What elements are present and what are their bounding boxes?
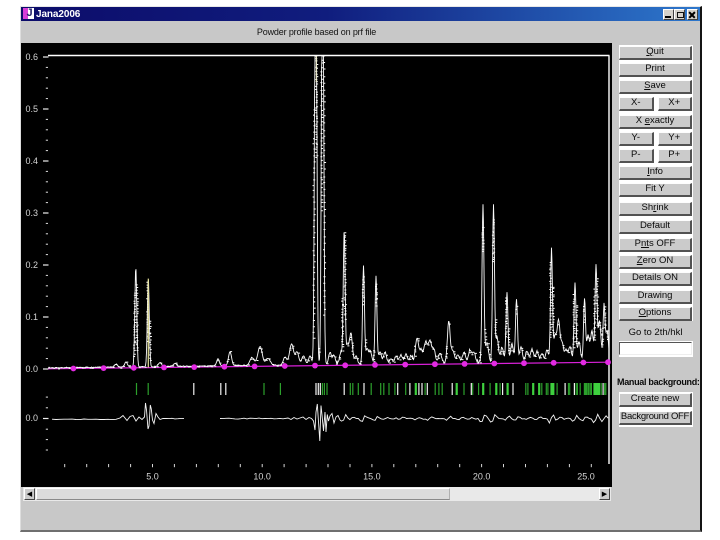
svg-text:0.2: 0.2	[25, 260, 38, 270]
svg-text:5.0: 5.0	[146, 472, 159, 482]
svg-text:0.3: 0.3	[25, 208, 38, 218]
svg-text:0.1: 0.1	[25, 312, 38, 322]
svg-text:20.0: 20.0	[473, 472, 491, 482]
svg-text:0.0: 0.0	[25, 364, 38, 374]
svg-text:25.0: 25.0	[577, 472, 595, 482]
svg-text:0.0: 0.0	[25, 413, 38, 423]
svg-text:0.6: 0.6	[25, 52, 38, 62]
svg-text:0.4: 0.4	[25, 156, 38, 166]
svg-text:15.0: 15.0	[363, 472, 381, 482]
svg-text:0.5: 0.5	[25, 104, 38, 114]
svg-text:10.0: 10.0	[253, 472, 271, 482]
